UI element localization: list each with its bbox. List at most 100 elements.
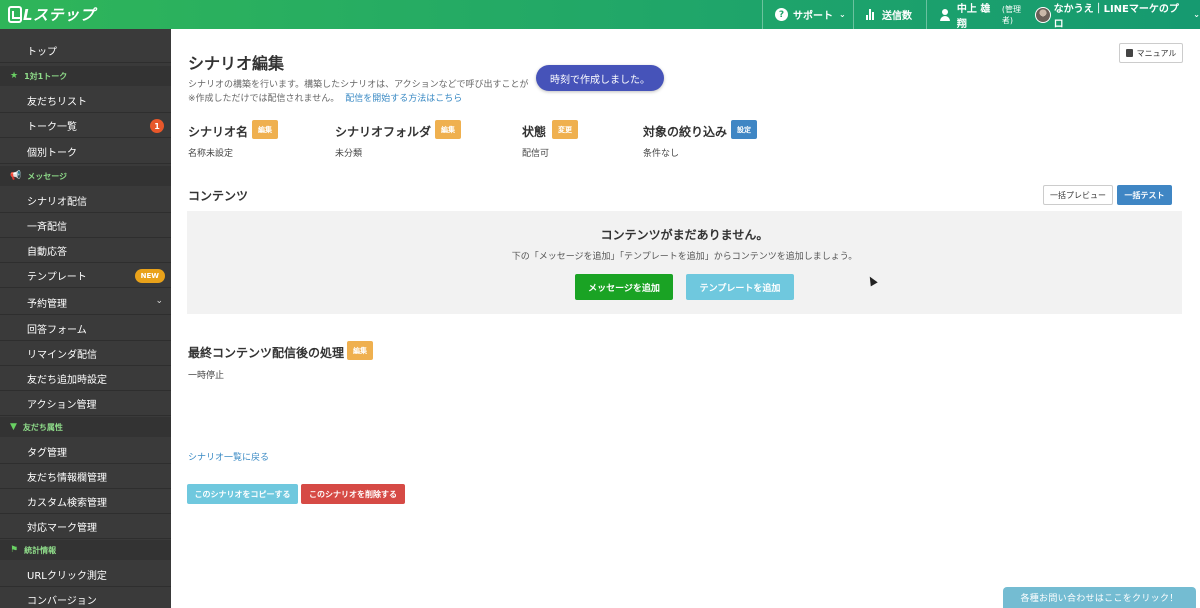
sidebar-item-talk-list[interactable]: トーク一覧 1 bbox=[0, 114, 171, 138]
top-header: Lステップ ? サポート ⌄ 送信数 中上 雄翔 (管理者) なかうえ｜LINE… bbox=[0, 0, 1200, 30]
contact-button[interactable]: 各種お問い合わせはここをクリック！ bbox=[1003, 587, 1196, 608]
sidebar-item-label: 友だち情報欄管理 bbox=[27, 473, 107, 484]
logo-mark-icon bbox=[8, 6, 22, 23]
final-processing-edit-button[interactable]: 編集 bbox=[347, 341, 373, 360]
final-processing-title: 最終コンテンツ配信後の処理 bbox=[188, 346, 345, 360]
page-title: シナリオ編集 bbox=[188, 54, 285, 73]
empty-title: コンテンツがまだありません。 bbox=[600, 228, 769, 242]
user-role: (管理者) bbox=[1001, 4, 1021, 25]
star-icon: ★ bbox=[10, 71, 19, 81]
sidebar-item-label: カスタム検索管理 bbox=[27, 498, 107, 509]
sidebar-item-friends-list[interactable]: 友だちリスト bbox=[0, 89, 171, 113]
support-menu[interactable]: ? サポート ⌄ bbox=[762, 0, 852, 29]
person-icon bbox=[939, 8, 951, 21]
sidebar-section-attributes: ▼ 友だち属性 bbox=[0, 417, 171, 437]
contents-title: コンテンツ bbox=[188, 189, 249, 203]
new-badge: NEW bbox=[134, 269, 165, 283]
sidebar-item-broadcast[interactable]: 一斉配信 bbox=[0, 214, 171, 238]
scenario-name-edit-button[interactable]: 編集 bbox=[252, 120, 278, 139]
sidebar-section-1on1: ★ 1対1トーク bbox=[0, 66, 171, 86]
sidebar-item-top[interactable]: トップ bbox=[0, 39, 171, 63]
user-menu[interactable]: 中上 雄翔 (管理者) なかうえ｜LINEマーケのプロ ⌄ bbox=[926, 0, 1200, 30]
book-icon bbox=[1125, 49, 1133, 57]
sidebar-item-individual-talk[interactable]: 個別トーク bbox=[0, 140, 171, 164]
scenario-folder-edit-button[interactable]: 編集 bbox=[435, 120, 461, 139]
final-processing-value: 一時停止 bbox=[188, 371, 225, 381]
scenario-name-value: 名称未設定 bbox=[188, 149, 234, 159]
unread-badge: 1 bbox=[150, 119, 164, 133]
bar-chart-icon bbox=[866, 9, 874, 20]
sidebar-item-label: 対応マーク管理 bbox=[27, 523, 97, 534]
note-text: ※作成しただけでは配信されません。 bbox=[188, 94, 340, 104]
how-to-start-link[interactable]: 配信を開始する方法はこちら bbox=[345, 94, 462, 104]
add-template-button[interactable]: テンプレートを追加 bbox=[686, 274, 794, 300]
status-change-button[interactable]: 変更 bbox=[552, 120, 578, 139]
sidebar: トップ ★ 1対1トーク 友だちリスト トーク一覧 1 個別トーク 📢 メッセージ シ… bbox=[0, 29, 171, 608]
flag-icon: ⚑ bbox=[10, 545, 19, 555]
delete-scenario-button[interactable]: このシナリオを削除する bbox=[301, 484, 405, 504]
scenario-folder-value: 未分類 bbox=[335, 149, 363, 159]
sidebar-item-reservation[interactable]: 予約管理 ⌄ bbox=[0, 291, 171, 315]
megaphone-icon: 📢 bbox=[10, 171, 22, 181]
section-label: 1対1トーク bbox=[24, 71, 68, 81]
sidebar-section-stats: ⚑ 統計情報 bbox=[0, 540, 171, 560]
section-label: メッセージ bbox=[27, 171, 68, 181]
sidebar-item-info-field-mgmt[interactable]: 友だち情報欄管理 bbox=[0, 465, 171, 489]
sidebar-item-label: 一斉配信 bbox=[27, 222, 67, 233]
sidebar-item-label: 自動応答 bbox=[27, 247, 67, 258]
sidebar-item-label: 予約管理 bbox=[27, 299, 67, 310]
sidebar-item-url-click[interactable]: URLクリック測定 bbox=[0, 563, 171, 587]
page-description: シナリオの構築を行います。構築したシナリオは、アクションなどで呼び出すことが bbox=[188, 80, 529, 90]
sidebar-item-label: 友だちリスト bbox=[27, 97, 87, 108]
manual-button[interactable]: マニュアル bbox=[1119, 43, 1183, 63]
sidebar-item-custom-search[interactable]: カスタム検索管理 bbox=[0, 490, 171, 514]
sidebar-item-auto-reply[interactable]: 自動応答 bbox=[0, 239, 171, 263]
add-message-button[interactable]: メッセージを追加 bbox=[575, 274, 673, 300]
section-label: 友だち属性 bbox=[22, 422, 63, 432]
account-name: なかうえ｜LINEマーケのプロ bbox=[1053, 3, 1179, 30]
main-content: シナリオ編集 シナリオの構築を行います。構築したシナリオは、アクションなどで呼び… bbox=[171, 29, 1200, 608]
question-icon: ? bbox=[775, 8, 788, 21]
sidebar-item-conversion[interactable]: コンバージョン bbox=[0, 588, 171, 608]
sidebar-item-reminder[interactable]: リマインダ配信 bbox=[0, 342, 171, 366]
sidebar-item-scenario[interactable]: シナリオ配信 bbox=[0, 189, 171, 213]
sidebar-item-action-mgmt[interactable]: アクション管理 bbox=[0, 392, 171, 416]
chevron-down-icon: ⌄ bbox=[1193, 10, 1200, 19]
sidebar-section-message: 📢 メッセージ bbox=[0, 166, 171, 186]
sidebar-item-label: URLクリック測定 bbox=[27, 571, 107, 582]
sidebar-item-label: リマインダ配信 bbox=[27, 350, 97, 361]
toast-notification: 時刻で作成しました。 bbox=[536, 65, 664, 91]
sidebar-item-answer-form[interactable]: 回答フォーム bbox=[0, 317, 171, 341]
sidebar-item-label: トーク一覧 bbox=[27, 122, 77, 133]
sidebar-item-label: アクション管理 bbox=[27, 400, 97, 411]
scenario-name-label: シナリオ名 bbox=[188, 125, 249, 139]
send-count-menu[interactable]: 送信数 bbox=[853, 0, 925, 29]
sidebar-item-label: 個別トーク bbox=[27, 148, 77, 159]
bulk-test-button[interactable]: 一括テスト bbox=[1117, 185, 1172, 205]
sidebar-item-label: テンプレート bbox=[27, 272, 87, 283]
empty-subtitle: 下の「メッセージを追加」「テンプレートを追加」からコンテンツを追加しましょう。 bbox=[511, 252, 858, 262]
logo-text: Lステップ bbox=[23, 6, 96, 24]
sidebar-item-label: コンバージョン bbox=[27, 596, 97, 607]
target-filter-value: 条件なし bbox=[643, 149, 680, 159]
lstep-logo[interactable]: Lステップ bbox=[8, 4, 95, 25]
sidebar-item-friend-add-setting[interactable]: 友だち追加時設定 bbox=[0, 367, 171, 391]
scenario-folder-label: シナリオフォルダ bbox=[335, 125, 432, 139]
back-to-scenario-list-link[interactable]: シナリオ一覧に戻る bbox=[188, 450, 269, 463]
status-value: 配信可 bbox=[522, 149, 550, 159]
sidebar-item-tag-mgmt[interactable]: タグ管理 bbox=[0, 440, 171, 464]
target-filter-setting-button[interactable]: 設定 bbox=[731, 120, 757, 139]
copy-scenario-button[interactable]: このシナリオをコピーする bbox=[187, 484, 298, 504]
bulk-preview-button[interactable]: 一括プレビュー bbox=[1043, 185, 1113, 205]
sidebar-item-label: タグ管理 bbox=[27, 448, 67, 459]
support-label: サポート bbox=[793, 11, 833, 22]
status-label: 状態 bbox=[522, 125, 547, 139]
user-name: 中上 雄翔 bbox=[956, 3, 991, 30]
section-label: 統計情報 bbox=[24, 545, 57, 555]
sidebar-item-template[interactable]: テンプレート NEW bbox=[0, 264, 171, 288]
filter-icon: ▼ bbox=[10, 422, 17, 432]
page-note: ※作成しただけでは配信されません。 配信を開始する方法はこちら bbox=[188, 91, 462, 104]
account-avatar bbox=[1034, 6, 1051, 23]
sidebar-item-mark-mgmt[interactable]: 対応マーク管理 bbox=[0, 515, 171, 539]
sidebar-item-label: 友だち追加時設定 bbox=[27, 375, 107, 386]
